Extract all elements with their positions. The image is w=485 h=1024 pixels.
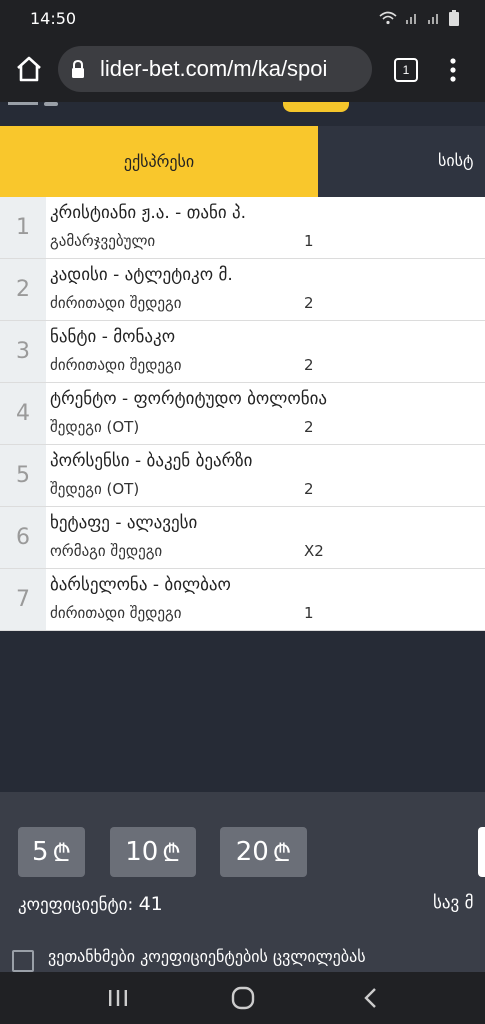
accept-odds-text: ვეთანხმები კოეფიციენტების ცვლილებას — [48, 947, 366, 966]
bet-number: 7 — [0, 569, 46, 630]
bet-match: ბარსელონა - ბილბაო — [50, 575, 231, 595]
bet-slip-footer: 5 ₾ 10 ₾ 20 ₾ კოეფიციენტი: 41 სავ მ ვეთა… — [0, 792, 485, 972]
bet-pick: 2 — [304, 480, 314, 498]
tab-system[interactable]: სისტ — [318, 126, 485, 197]
signal-icon-2 — [428, 14, 438, 24]
more-vert-icon[interactable] — [444, 56, 462, 84]
bet-pick: 1 — [304, 604, 314, 622]
lari-icon: ₾ — [272, 838, 292, 867]
lock-icon — [72, 59, 84, 78]
bet-number: 2 — [0, 259, 46, 320]
bet-match: კრისტიანი ჟ.ა. - თანი პ. — [50, 203, 247, 223]
bet-market: ორმაგი შედეგი — [50, 542, 163, 560]
battery-icon — [449, 10, 459, 26]
bet-row[interactable]: 2 კადისი - ატლეტიკო მ. ძირითადი შედეგი 2 — [0, 259, 485, 321]
status-time: 14:50 — [30, 9, 77, 28]
url-bar[interactable]: lider-bet.com/m/ka/spoi — [58, 46, 372, 92]
bet-market: შედეგი (OT) — [50, 418, 140, 436]
stake-value: 5 — [31, 837, 49, 867]
home-icon[interactable] — [14, 54, 44, 84]
coef-value: 41 — [138, 893, 163, 915]
lari-icon: ₾ — [52, 838, 72, 867]
bet-row[interactable]: 4 ტრენტო - ფორტიტუდო ბოლონია შედეგი (OT)… — [0, 383, 485, 445]
home-nav-icon[interactable] — [230, 985, 256, 1011]
site-logo-icon — [8, 102, 58, 106]
browser-toolbar: lider-bet.com/m/ka/spoi 1 — [0, 36, 485, 102]
bet-row[interactable]: 3 ნანტი - მონაკო ძირითადი შედეგი 2 — [0, 321, 485, 383]
bet-match: კადისი - ატლეტიკო მ. — [50, 265, 233, 285]
tab-express-label: ექსპრესი — [123, 152, 195, 171]
bet-number: 3 — [0, 321, 46, 382]
signal-icon — [406, 14, 416, 24]
bet-slip-list: 1 კრისტიანი ჟ.ა. - თანი პ. გამარჯვებული … — [0, 197, 485, 631]
lari-icon: ₾ — [162, 838, 181, 867]
bet-number: 5 — [0, 445, 46, 506]
bet-pick: X2 — [304, 542, 324, 560]
back-icon[interactable] — [358, 985, 384, 1011]
tab-express[interactable]: ექსპრესი — [0, 126, 318, 197]
bet-row[interactable]: 7 ბარსელონა - ბილბაო ძირითადი შედეგი 1 — [0, 569, 485, 631]
bet-number: 4 — [0, 383, 46, 444]
bet-row[interactable]: 5 პორსენსი - ბაკენ ბეარზი შედეგი (OT) 2 — [0, 445, 485, 507]
header-accent-button[interactable] — [283, 102, 349, 112]
total-coefficient: კოეფიციენტი: 41 — [18, 893, 163, 915]
possible-win-label: სავ მ — [433, 893, 474, 913]
bet-market: ძირითადი შედეგი — [50, 356, 182, 374]
bet-pick: 2 — [304, 294, 314, 312]
bet-number: 6 — [0, 507, 46, 568]
bet-match: ნანტი - მონაკო — [50, 327, 176, 347]
recent-apps-icon[interactable] — [105, 985, 131, 1011]
bet-match: ხეტაფე - ალავესი — [50, 513, 198, 533]
stake-amount-input[interactable] — [478, 827, 485, 877]
bet-market: შედეგი (OT) — [50, 480, 140, 498]
bet-pick: 2 — [304, 418, 314, 436]
bet-row[interactable]: 1 კრისტიანი ჟ.ა. - თანი პ. გამარჯვებული … — [0, 197, 485, 259]
tab-system-label: სისტ — [438, 151, 474, 170]
coef-label: კოეფიციენტი: — [18, 895, 134, 915]
accept-odds-checkbox[interactable] — [12, 950, 34, 972]
bet-match: ტრენტო - ფორტიტუდო ბოლონია — [50, 389, 328, 409]
url-text: lider-bet.com/m/ka/spoi — [100, 56, 328, 81]
bet-type-tabs: ექსპრესი სისტ — [0, 126, 485, 197]
system-navigation-bar — [0, 972, 485, 1024]
bet-pick: 2 — [304, 356, 314, 374]
stake-button-20[interactable]: 20 ₾ — [220, 827, 307, 877]
bet-market: ძირითადი შედეგი — [50, 604, 182, 622]
tab-switcher-button[interactable]: 1 — [394, 58, 418, 82]
site-header — [0, 102, 485, 126]
bet-market: ძირითადი შედეგი — [50, 294, 182, 312]
status-icons — [379, 10, 459, 26]
wifi-icon — [379, 11, 397, 25]
stake-button-5[interactable]: 5 ₾ — [18, 827, 85, 877]
stake-value: 10 — [125, 837, 159, 867]
stake-button-10[interactable]: 10 ₾ — [110, 827, 196, 877]
bet-number: 1 — [0, 197, 46, 258]
bet-market: გამარჯვებული — [50, 232, 156, 250]
bet-row[interactable]: 6 ხეტაფე - ალავესი ორმაგი შედეგი X2 — [0, 507, 485, 569]
stake-value: 20 — [235, 837, 269, 867]
status-bar: 14:50 — [0, 0, 485, 36]
bet-pick: 1 — [304, 232, 314, 250]
bet-match: პორსენსი - ბაკენ ბეარზი — [50, 451, 253, 471]
